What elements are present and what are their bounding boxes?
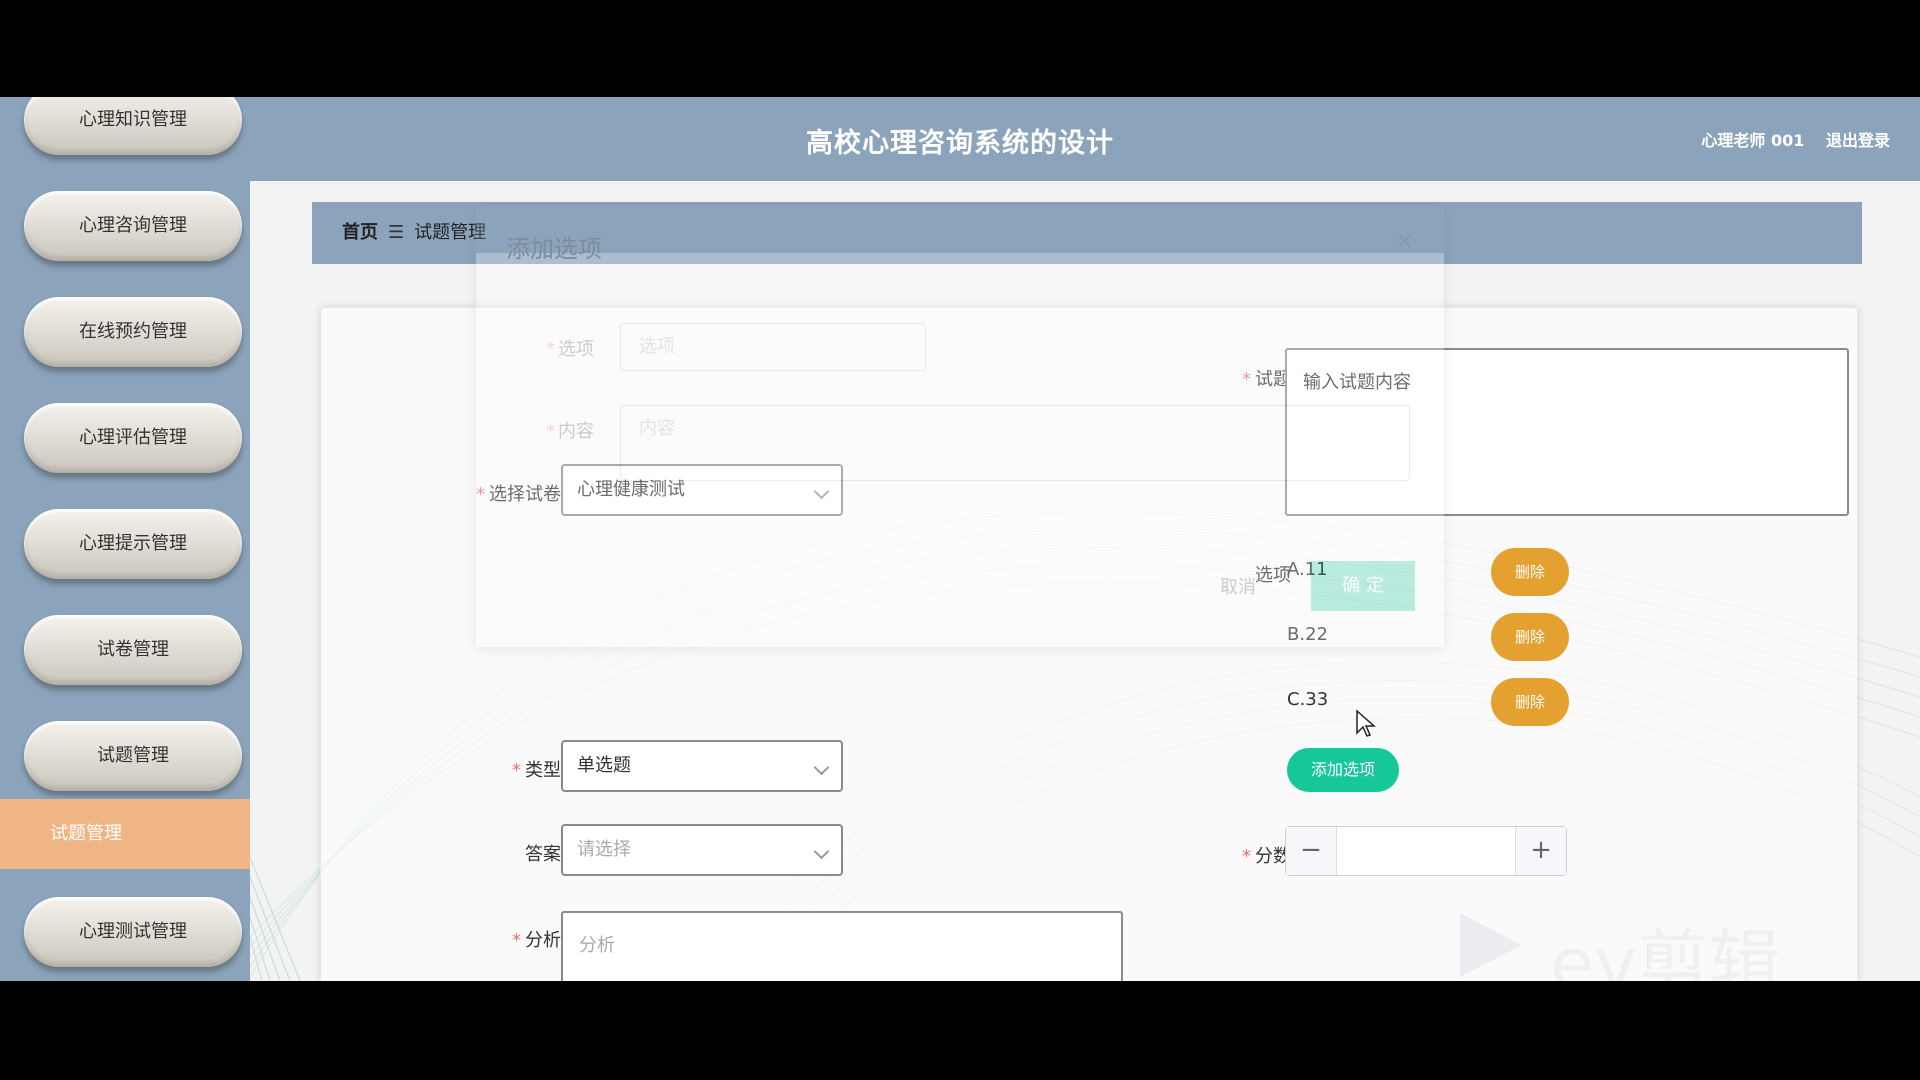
delete-option-c-button[interactable]: 删除: [1491, 678, 1569, 726]
plus-icon[interactable]: +: [1515, 827, 1566, 875]
sidebar-item-appointment[interactable]: 在线预约管理: [24, 297, 242, 367]
add-option-button[interactable]: 添加选项: [1287, 748, 1399, 792]
delete-option-a-button[interactable]: 删除: [1491, 548, 1569, 596]
analysis-label: * 分析: [512, 930, 561, 951]
watermark: ev剪辑: [1450, 905, 1830, 981]
type-select[interactable]: 单选题: [561, 740, 843, 792]
breadcrumb-home[interactable]: 首页: [342, 222, 378, 243]
score-label: * 分数: [1242, 846, 1291, 867]
score-stepper[interactable]: − +: [1285, 826, 1567, 876]
sidebar: 心理知识管理 心理咨询管理 在线预约管理 心理评估管理 心理提示管理 试卷管理 …: [0, 97, 250, 981]
mouse-cursor-icon: [1356, 709, 1376, 737]
sidebar-item-papers[interactable]: 试卷管理: [24, 615, 242, 685]
watermark-text: ev剪辑: [1550, 922, 1781, 981]
chevron-down-icon: [813, 843, 830, 860]
analysis-textarea[interactable]: 分析: [561, 911, 1123, 981]
sidebar-item-tips[interactable]: 心理提示管理: [24, 509, 242, 579]
dialog-header: [476, 205, 1444, 253]
option-c-text: C.33: [1287, 689, 1329, 710]
answer-select[interactable]: 请选择: [561, 824, 843, 876]
top-header: 高校心理咨询系统的设计 心理老师 001 退出登录: [0, 97, 1920, 181]
play-logo-icon: [1460, 913, 1522, 977]
dialog-content-textarea[interactable]: 内容: [620, 405, 1410, 481]
dialog-title: 添加选项: [506, 235, 602, 263]
breadcrumb-separator-icon: ☰: [388, 222, 405, 243]
logout-link[interactable]: 退出登录: [1826, 131, 1890, 150]
minus-icon[interactable]: −: [1286, 827, 1337, 875]
dialog-confirm-button[interactable]: 确 定: [1311, 561, 1415, 611]
close-icon[interactable]: ×: [1396, 229, 1414, 254]
app-window: 高校心理咨询系统的设计 心理老师 001 退出登录 心理知识管理 心理咨询管理 …: [0, 97, 1920, 981]
sidebar-item-questions[interactable]: 试题管理: [24, 721, 242, 791]
add-option-dialog: 添加选项 × * 选项 选项 * 内容 内容 取消 确 定: [476, 205, 1444, 647]
dialog-cancel-button[interactable]: 取消: [1220, 573, 1256, 599]
current-user[interactable]: 心理老师 001: [1701, 131, 1804, 150]
system-title: 高校心理咨询系统的设计: [806, 128, 1114, 159]
delete-option-b-button[interactable]: 删除: [1491, 613, 1569, 661]
sidebar-item-assessment[interactable]: 心理评估管理: [24, 403, 242, 473]
sidebar-item-tests[interactable]: 心理测试管理: [24, 897, 242, 967]
dialog-content-label: * 内容: [546, 421, 594, 442]
sidebar-item-knowledge[interactable]: 心理知识管理: [24, 97, 242, 155]
chevron-down-icon: [813, 759, 830, 776]
dialog-option-select[interactable]: 选项: [620, 323, 926, 371]
dialog-option-label: * 选项: [546, 339, 594, 360]
type-label: * 类型: [512, 760, 561, 781]
answer-label: 答案: [525, 844, 561, 865]
sidebar-item-consultation[interactable]: 心理咨询管理: [24, 191, 242, 261]
sidebar-subitem-questions-active[interactable]: 试题管理: [0, 799, 250, 869]
user-area: 心理老师 001 退出登录: [1685, 127, 1890, 151]
